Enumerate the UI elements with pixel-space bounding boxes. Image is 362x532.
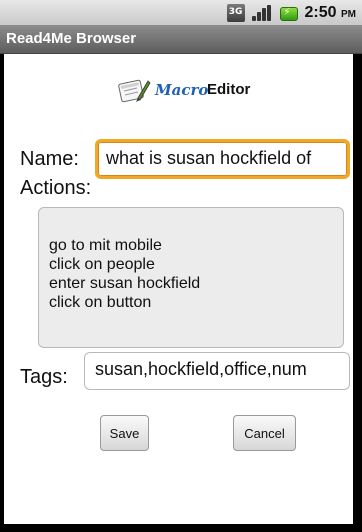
app-title: Read4Me Browser — [6, 30, 137, 47]
logo-editor-text: Editor — [207, 81, 251, 98]
battery-charging-icon: ⚡ — [279, 4, 299, 22]
status-icons: 3G ⚡ 2:50 PM — [226, 2, 356, 23]
tags-label: Tags: — [20, 366, 68, 388]
macro-editor-panel: Macro Editor Name: what is susan hockfie… — [4, 54, 353, 524]
notepad-pen-icon — [118, 79, 151, 103]
3g-icon: 3G — [226, 3, 245, 22]
status-bar: 3G ⚡ 2:50 PM — [0, 0, 362, 25]
action-line: enter susan hockfield — [49, 275, 201, 292]
action-line: go to mit mobile — [49, 237, 162, 254]
signal-icon — [251, 4, 273, 22]
cancel-button[interactable]: Cancel — [233, 415, 296, 451]
macro-editor-logo: Macro Editor — [117, 76, 267, 106]
action-line: click on people — [49, 256, 155, 273]
actions-label: Actions: — [20, 177, 92, 199]
save-button[interactable]: Save — [100, 415, 149, 451]
logo-macro-text: Macro — [155, 81, 209, 99]
name-input[interactable]: what is susan hockfield of — [95, 139, 350, 179]
name-label: Name: — [20, 148, 79, 170]
app-title-bar: Read4Me Browser — [0, 25, 362, 54]
phone-screen: 3G ⚡ 2:50 PM Read4Me Browser Macro Edito… — [0, 0, 362, 532]
action-line: click on button — [49, 294, 152, 311]
clock: 2:50 PM — [304, 3, 356, 21]
tags-input[interactable]: susan,hockfield,office,num — [84, 352, 350, 390]
actions-textarea[interactable]: go to mit mobile click on people enter s… — [38, 207, 344, 348]
